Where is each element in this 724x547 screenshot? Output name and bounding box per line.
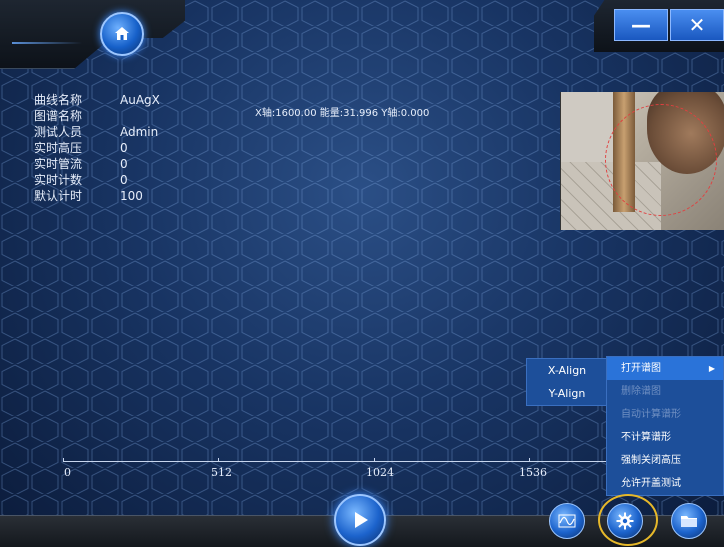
menu-item-label: 允许开盖测试 <box>621 478 681 489</box>
info-label: 实时计数 <box>34 173 83 187</box>
spectrum-view-button[interactable] <box>549 503 585 539</box>
top-left-frame <box>0 0 185 69</box>
home-button[interactable] <box>100 12 144 56</box>
menu-item-allow-open-lid-test[interactable]: 允许开盖测试 <box>607 472 723 495</box>
camera-preview <box>560 92 724 230</box>
info-row-curve-name: 曲线名称 AuAgX <box>34 92 160 108</box>
submenu-arrow-icon: ▶ <box>708 364 715 373</box>
info-value: Admin <box>120 125 159 139</box>
menu-item-label: 强制关闭高压 <box>621 455 681 466</box>
menu-item-open-spectrum[interactable]: 打开谱图 ▶ <box>607 357 723 380</box>
info-row-spectrum-name: 图谱名称 <box>34 108 160 124</box>
close-button[interactable]: ✕ <box>670 9 724 41</box>
info-row-current: 实时管流 0 <box>34 156 160 172</box>
menu-item-label: 删除谱图 <box>621 386 661 397</box>
menu-item-x-align[interactable]: X-Align <box>527 359 607 382</box>
info-label: 默认计时 <box>34 189 83 203</box>
info-row-tester: 测试人员 Admin <box>34 124 160 140</box>
info-value: AuAgX <box>120 93 160 107</box>
x-axis-tick <box>374 458 375 462</box>
info-value: 0 <box>120 141 128 155</box>
info-row-timer: 默认计时 100 <box>34 188 160 204</box>
info-label: 图谱名称 <box>34 109 83 123</box>
menu-item-delete-spectrum[interactable]: 删除谱图 <box>607 380 723 403</box>
play-icon <box>355 512 368 528</box>
menu-item-force-close-hv[interactable]: 强制关闭高压 <box>607 449 723 472</box>
info-value: 0 <box>120 157 128 171</box>
x-axis-tick-label: 1536 <box>519 466 547 479</box>
menu-item-label: 自动计算谱形 <box>621 409 681 420</box>
menu-item-auto-calc-shape[interactable]: 自动计算谱形 <box>607 403 723 426</box>
align-submenu: X-Align Y-Align <box>526 358 608 406</box>
info-label: 测试人员 <box>34 125 83 139</box>
x-axis-line <box>63 461 623 462</box>
info-row-count: 实时计数 0 <box>34 172 160 188</box>
info-label: 实时管流 <box>34 157 83 171</box>
info-label: 曲线名称 <box>34 93 83 107</box>
cursor-readout: X轴:1600.00 能量:31.996 Y轴:0.000 <box>255 108 430 119</box>
open-folder-button[interactable] <box>671 503 707 539</box>
x-axis-tick-label: 512 <box>211 466 232 479</box>
camera-target-circle <box>605 104 717 216</box>
wave-icon <box>558 514 576 528</box>
settings-button[interactable] <box>607 503 643 539</box>
info-label: 实时高压 <box>34 141 83 155</box>
info-value: 100 <box>120 189 143 203</box>
info-row-voltage: 实时高压 0 <box>34 140 160 156</box>
info-panel: 曲线名称 AuAgX 图谱名称 测试人员 Admin 实时高压 0 实时管流 0… <box>34 92 160 204</box>
x-axis-tick <box>218 458 219 462</box>
x-axis-tick <box>529 458 530 462</box>
x-axis-tick <box>63 458 64 462</box>
gear-icon <box>616 512 634 530</box>
folder-icon <box>681 516 697 527</box>
menu-item-label: 打开谱图 <box>621 363 661 374</box>
menu-item-no-calc-shape[interactable]: 不计算谱形 <box>607 426 723 449</box>
settings-context-menu: 打开谱图 ▶ 删除谱图 自动计算谱形 不计算谱形 强制关闭高压 允许开盖测试 <box>606 356 724 496</box>
info-value: 0 <box>120 173 128 187</box>
minimize-button[interactable]: — <box>614 9 668 41</box>
play-button[interactable] <box>334 494 386 546</box>
x-axis-tick-label: 0 <box>64 466 71 479</box>
menu-item-label: 不计算谱形 <box>621 432 671 443</box>
x-axis-tick-label: 1024 <box>366 466 394 479</box>
menu-item-y-align[interactable]: Y-Align <box>527 382 607 405</box>
home-icon <box>115 27 129 40</box>
